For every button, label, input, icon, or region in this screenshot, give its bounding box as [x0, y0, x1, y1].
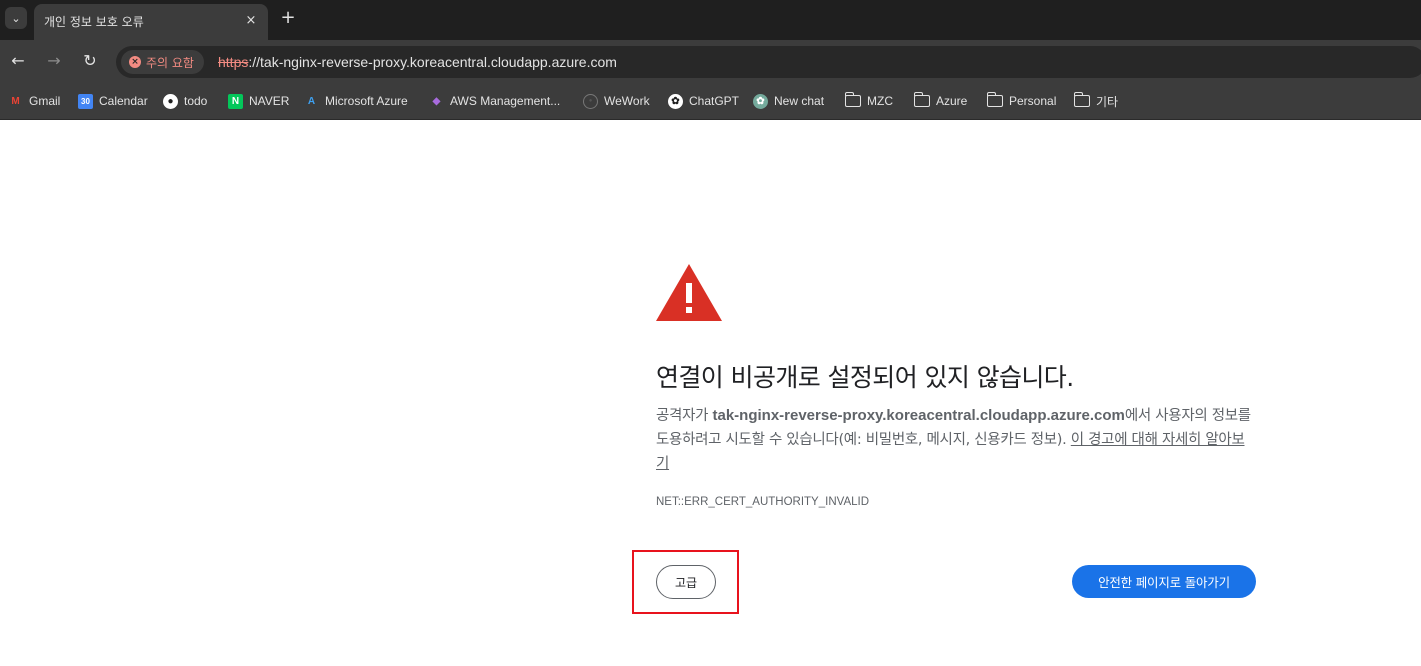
calendar-icon: 30	[78, 93, 93, 109]
address-bar[interactable]: × 주의 요함 https://tak-nginx-reverse-proxy.…	[116, 46, 1421, 78]
host-name: tak-nginx-reverse-proxy.koreacentral.clo…	[712, 407, 1125, 424]
reload-icon[interactable]: ↻	[79, 50, 101, 72]
url-host: ://tak-nginx-reverse-proxy.koreacentral.…	[248, 54, 617, 70]
back-to-safety-button[interactable]: 안전한 페이지로 돌아가기	[1072, 565, 1256, 598]
bookmark-label: NAVER	[249, 94, 290, 108]
security-chip[interactable]: × 주의 요함	[121, 50, 204, 74]
folder-icon	[1073, 92, 1090, 107]
error-page: 연결이 비공개로 설정되어 있지 않습니다. 공격자가 tak-nginx-re…	[0, 120, 1421, 666]
error-code: NET::ERR_CERT_AUTHORITY_INVALID	[656, 496, 870, 508]
bookmark-label: Personal	[1009, 94, 1057, 108]
bookmark-microsoft-azure[interactable]: A Microsoft Azure	[304, 91, 408, 111]
warning-triangle-icon	[656, 264, 722, 321]
folder-icon	[986, 92, 1003, 107]
bookmarks-bar: M Gmail 30 Calendar ● todo N NAVER A Mic…	[0, 82, 1421, 120]
bookmark-label: New chat	[774, 94, 825, 108]
annotation-highlight-box	[632, 550, 739, 614]
forward-arrow-icon[interactable]: →	[43, 50, 65, 72]
security-chip-label: 주의 요함	[146, 55, 194, 70]
bookmark-label: WeWork	[604, 94, 650, 108]
active-tab[interactable]: 개인 정보 보호 오류 ×	[34, 4, 268, 40]
url-scheme: https	[218, 54, 249, 70]
bookmark-todo[interactable]: ● todo	[163, 91, 207, 111]
bookmark-wework[interactable]: ● WeWork	[583, 91, 650, 111]
bookmark-label: ChatGPT	[689, 94, 740, 108]
tab-strip: ⌄ 개인 정보 보호 오류 × +	[0, 0, 1421, 40]
chatgpt-icon: ✿	[668, 93, 683, 109]
url-text[interactable]: https://tak-nginx-reverse-proxy.koreacen…	[218, 54, 617, 70]
todo-icon: ●	[163, 93, 178, 109]
bookmark-label: Gmail	[29, 94, 61, 108]
page-title: 연결이 비공개로 설정되어 있지 않습니다.	[656, 363, 1074, 392]
naver-icon: N	[228, 93, 243, 109]
bookmark-folder-personal[interactable]: Personal	[986, 91, 1057, 111]
bookmark-new-chat[interactable]: ✿ New chat	[753, 91, 824, 111]
description-prefix: 공격자가	[656, 408, 713, 424]
tab-search-chevron-icon[interactable]: ⌄	[5, 7, 27, 29]
wework-icon: ●	[583, 93, 598, 109]
gmail-icon: M	[11, 95, 20, 107]
bookmark-chatgpt[interactable]: ✿ ChatGPT	[668, 91, 739, 111]
bookmark-folder-other[interactable]: 기타	[1073, 91, 1119, 111]
tab-title: 개인 정보 보호 오류	[44, 15, 144, 29]
bookmark-label: AWS Management...	[450, 94, 561, 108]
bookmark-gmail[interactable]: M Gmail	[8, 91, 60, 111]
tab-close-icon[interactable]: ×	[242, 12, 260, 30]
bookmark-label: Microsoft Azure	[325, 94, 408, 108]
back-arrow-icon[interactable]: ←	[7, 50, 29, 72]
aws-icon: ◆	[432, 95, 441, 107]
newchat-icon: ✿	[753, 93, 768, 109]
azure-icon: A	[307, 95, 316, 107]
bookmark-label: MZC	[867, 94, 893, 108]
bookmark-label: Calendar	[99, 94, 148, 108]
folder-icon	[844, 92, 861, 107]
bookmark-label: 기타	[1096, 94, 1119, 109]
bookmark-folder-azure[interactable]: Azure	[913, 91, 968, 111]
folder-icon	[913, 92, 930, 107]
bookmark-naver[interactable]: N NAVER	[228, 91, 289, 111]
bookmark-aws[interactable]: ◆ AWS Management...	[429, 91, 561, 111]
bookmark-label: todo	[184, 94, 208, 108]
bookmark-folder-mzc[interactable]: MZC	[844, 91, 893, 111]
toolbar: ← → ↻ × 주의 요함 https://tak-nginx-reverse-…	[0, 40, 1421, 82]
error-description: 공격자가 tak-nginx-reverse-proxy.koreacentra…	[656, 404, 1256, 476]
new-tab-icon[interactable]: +	[277, 8, 299, 30]
bookmark-calendar[interactable]: 30 Calendar	[78, 91, 148, 111]
bookmark-label: Azure	[936, 94, 968, 108]
not-secure-icon: ×	[129, 56, 141, 68]
